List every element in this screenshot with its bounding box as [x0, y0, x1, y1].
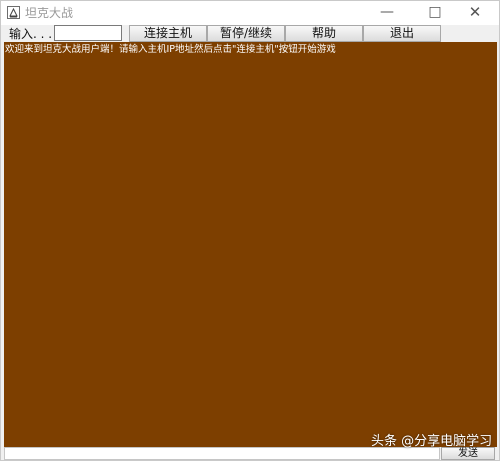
close-icon[interactable]: ✕	[455, 1, 495, 25]
ip-input[interactable]	[54, 25, 122, 41]
ip-input-label: 输入. . .	[9, 27, 53, 41]
minimize-icon[interactable]: —	[367, 1, 407, 25]
exit-button[interactable]: 退出	[363, 25, 441, 42]
game-canvas[interactable]: 欢迎来到坦克大战用户端！请输入主机IP地址然后点击"连接主机"按钮开始游戏	[4, 42, 497, 447]
watermark-text: 头条 @分享电脑学习	[371, 434, 493, 449]
help-button[interactable]: 帮助	[285, 25, 363, 42]
toolbar: 输入. . . 连接主机 暂停/继续 帮助 退出	[1, 25, 499, 43]
java-app-icon	[7, 6, 20, 19]
window-title: 坦克大战	[25, 6, 74, 20]
title-bar[interactable]: 坦克大战 — □ ✕	[1, 1, 499, 25]
pause-resume-button[interactable]: 暂停/继续	[207, 25, 285, 42]
welcome-message: 欢迎来到坦克大战用户端！请输入主机IP地址然后点击"连接主机"按钮开始游戏	[5, 44, 336, 55]
connect-host-button[interactable]: 连接主机	[129, 25, 207, 42]
maximize-icon[interactable]: □	[415, 1, 455, 25]
game-window: 坦克大战 — □ ✕ 输入. . . 连接主机 暂停/继续 帮助 退出 欢迎来到…	[0, 0, 500, 461]
